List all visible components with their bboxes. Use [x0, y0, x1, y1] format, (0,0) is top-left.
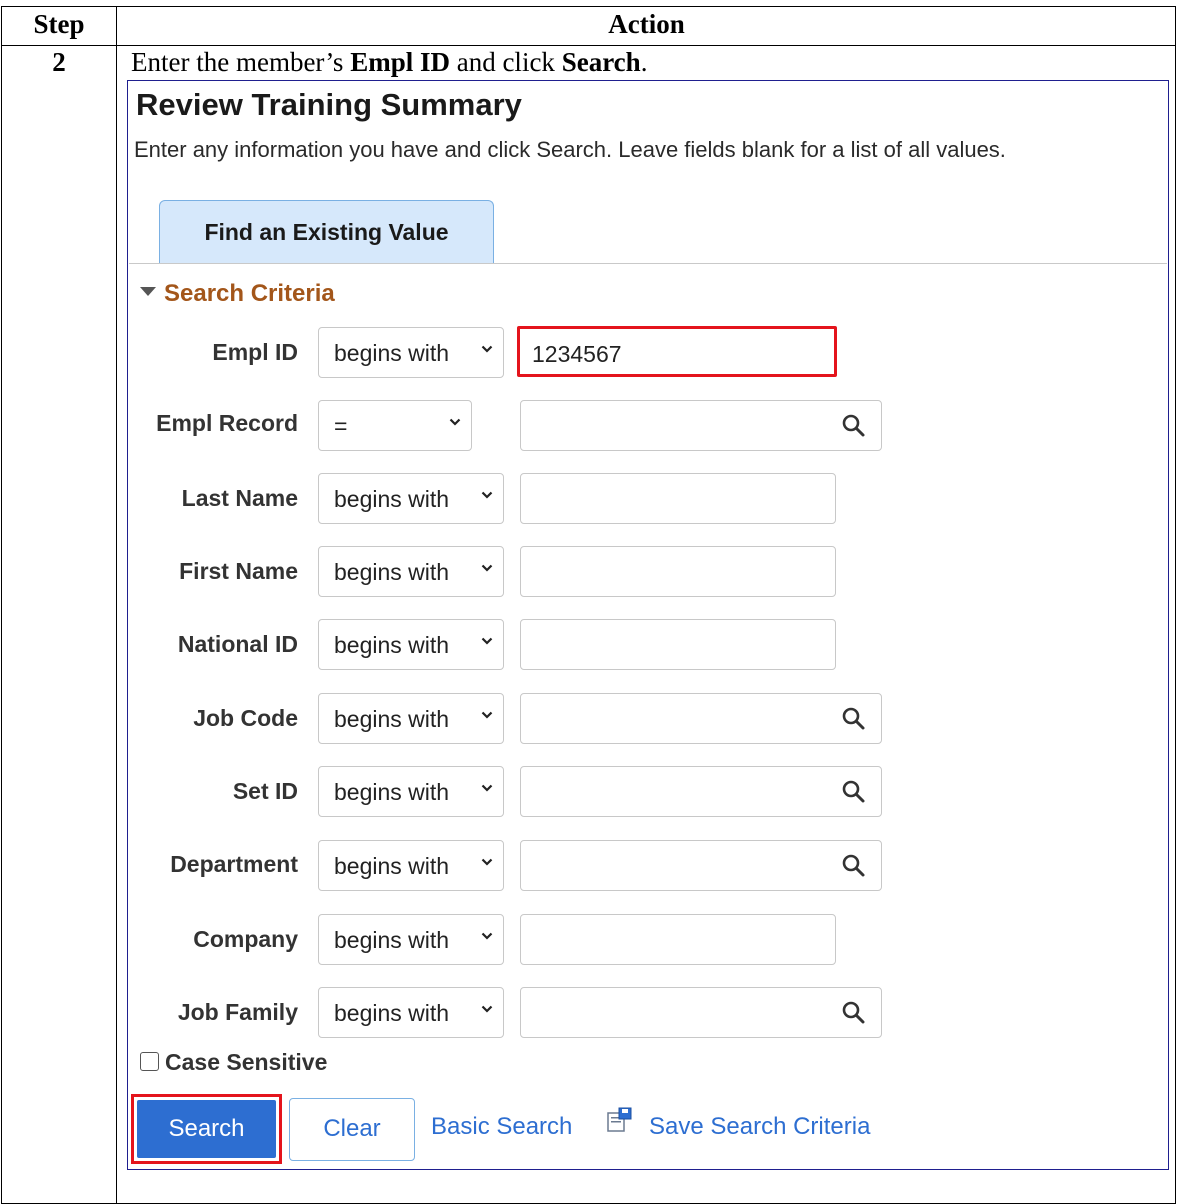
- case-sensitive-checkbox[interactable]: [140, 1052, 159, 1072]
- label-company: Company: [193, 926, 298, 952]
- last-name-operator-select[interactable]: begins with: [318, 473, 504, 524]
- label-job-code: Job Code: [193, 705, 298, 731]
- header-action: Action: [608, 9, 685, 39]
- search-criteria-header[interactable]: Search Criteria: [140, 280, 335, 308]
- search-icon[interactable]: [841, 706, 867, 732]
- collapse-triangle-icon: [140, 287, 156, 297]
- set-id-input[interactable]: [520, 766, 882, 817]
- empl-record-operator-select[interactable]: =: [318, 400, 472, 451]
- basic-search-link[interactable]: Basic Search: [431, 1113, 572, 1141]
- label-job-family: Job Family: [177, 999, 298, 1025]
- header-step: Step: [33, 9, 85, 39]
- job-code-input[interactable]: [520, 693, 882, 744]
- operator-value: begins with: [334, 1000, 450, 1026]
- search-icon[interactable]: [841, 1000, 867, 1026]
- chevron-down-icon: [481, 784, 493, 792]
- save-search-icon[interactable]: [606, 1106, 634, 1134]
- empl-record-input[interactable]: [520, 400, 882, 451]
- operator-value: begins with: [334, 632, 450, 658]
- label-first-name: First Name: [179, 558, 298, 584]
- job-family-operator-select[interactable]: begins with: [318, 987, 504, 1038]
- operator-value: begins with: [334, 853, 450, 879]
- chevron-down-icon: [481, 491, 493, 499]
- operator-value: begins with: [334, 927, 450, 953]
- tab-find-existing-value[interactable]: Find an Existing Value: [159, 200, 494, 264]
- table-header-row: Step Action: [2, 7, 1175, 46]
- case-sensitive-option[interactable]: Case Sensitive: [140, 1049, 327, 1076]
- chevron-down-icon: [481, 858, 493, 866]
- page-title: Review Training Summary: [136, 87, 522, 122]
- operator-value: =: [334, 413, 348, 439]
- label-last-name: Last Name: [181, 485, 298, 511]
- operator-value: begins with: [334, 706, 450, 732]
- instruction-text: Enter the member’s Empl ID and click Sea…: [131, 47, 648, 77]
- company-operator-select[interactable]: begins with: [318, 914, 504, 965]
- first-name-input[interactable]: [520, 546, 836, 597]
- empl-id-value: 1234567: [532, 341, 622, 367]
- chevron-down-icon: [481, 564, 493, 572]
- search-icon[interactable]: [841, 413, 867, 439]
- chevron-down-icon: [481, 637, 493, 645]
- last-name-input[interactable]: [520, 473, 836, 524]
- search-button-highlight: Search: [131, 1094, 282, 1164]
- department-input[interactable]: [520, 840, 882, 891]
- column-divider: [116, 7, 117, 1203]
- company-input[interactable]: [520, 914, 836, 965]
- label-empl-id: Empl ID: [212, 339, 298, 365]
- operator-value: begins with: [334, 340, 450, 366]
- department-operator-select[interactable]: begins with: [318, 840, 504, 891]
- label-national-id: National ID: [177, 631, 298, 657]
- chevron-down-icon: [481, 345, 493, 353]
- tab-label: Find an Existing Value: [204, 219, 449, 245]
- chevron-down-icon: [481, 932, 493, 940]
- operator-value: begins with: [334, 779, 450, 805]
- label-empl-record: Empl Record: [156, 410, 298, 436]
- screenshot-panel: Review Training Summary Enter any inform…: [127, 80, 1169, 1170]
- search-button[interactable]: Search: [137, 1100, 276, 1158]
- save-search-criteria-link[interactable]: Save Search Criteria: [649, 1113, 870, 1141]
- clear-button[interactable]: Clear: [289, 1098, 415, 1161]
- label-department: Department: [170, 851, 298, 877]
- step-number: 2: [52, 47, 66, 77]
- set-id-operator-select[interactable]: begins with: [318, 766, 504, 817]
- operator-value: begins with: [334, 486, 450, 512]
- tab-divider: [129, 263, 1167, 264]
- operator-value: begins with: [334, 559, 450, 585]
- first-name-operator-select[interactable]: begins with: [318, 546, 504, 597]
- chevron-down-icon: [481, 1005, 493, 1013]
- job-code-operator-select[interactable]: begins with: [318, 693, 504, 744]
- empl-id-operator-select[interactable]: begins with: [318, 327, 504, 378]
- national-id-operator-select[interactable]: begins with: [318, 619, 504, 670]
- national-id-input[interactable]: [520, 619, 836, 670]
- chevron-down-icon: [481, 711, 493, 719]
- chevron-down-icon: [449, 418, 461, 426]
- empl-id-input[interactable]: 1234567: [517, 326, 837, 377]
- search-icon[interactable]: [841, 853, 867, 879]
- search-icon[interactable]: [841, 779, 867, 805]
- page-description: Enter any information you have and click…: [134, 137, 1006, 162]
- label-set-id: Set ID: [232, 778, 298, 804]
- job-family-input[interactable]: [520, 987, 882, 1038]
